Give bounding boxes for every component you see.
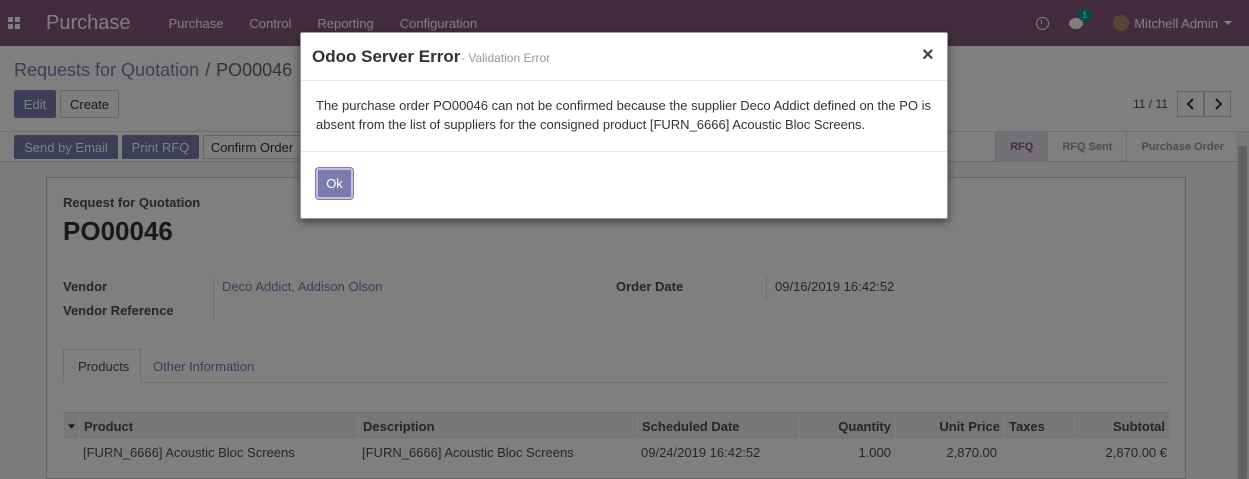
dialog-title: Odoo Server Error [312, 47, 461, 66]
dialog-footer: Ok [301, 151, 947, 219]
ok-button[interactable]: Ok [316, 168, 353, 199]
dialog-header: Odoo Server Error - Validation Error × [301, 33, 947, 81]
close-icon[interactable]: × [922, 44, 934, 67]
dialog-subtitle: - Validation Error [461, 51, 551, 65]
error-dialog: Odoo Server Error - Validation Error × T… [300, 32, 948, 219]
dialog-message: The purchase order PO00046 can not be co… [316, 98, 931, 132]
